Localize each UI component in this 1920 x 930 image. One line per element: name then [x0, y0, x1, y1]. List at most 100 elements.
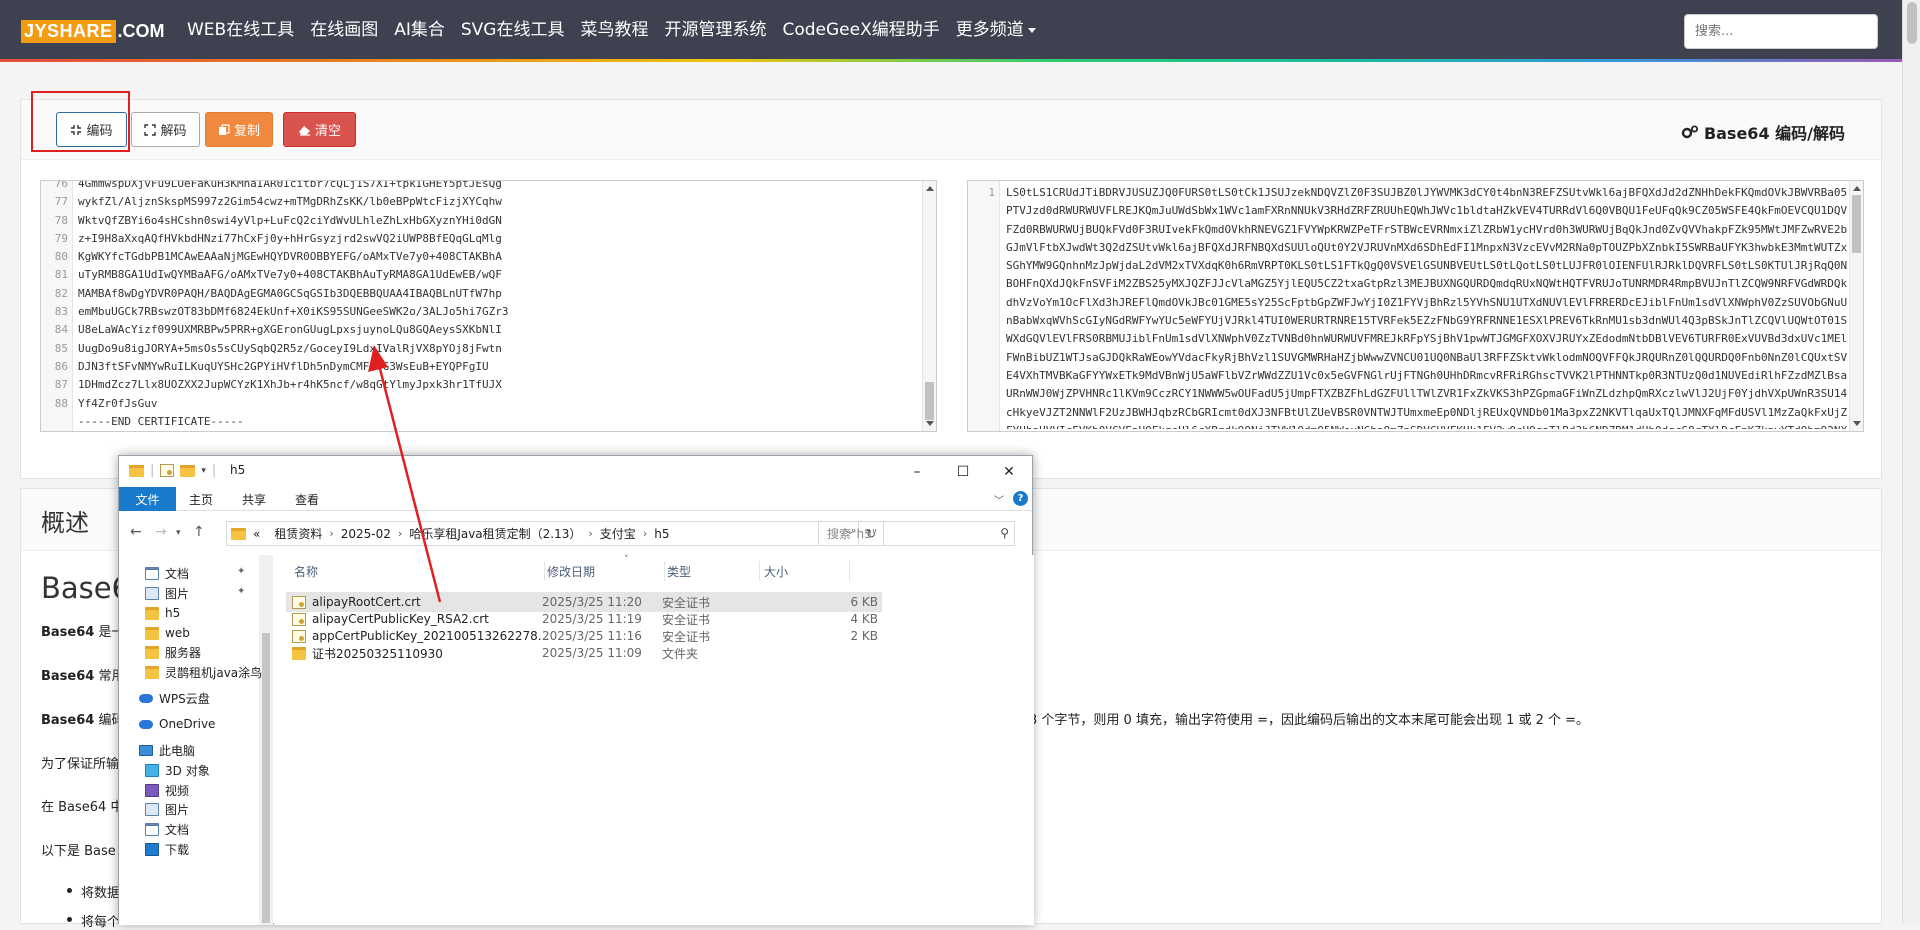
- nav-pane-item[interactable]: 灵鹊租机java涂鸟: [145, 662, 262, 682]
- nav-pane-item[interactable]: 此电脑: [139, 740, 195, 760]
- pc-icon: [139, 744, 153, 756]
- nav-pane-item[interactable]: WPS云盘: [139, 688, 210, 708]
- navigation-pane: 文档 ✦ 图片 ✦ h5 web 服务器 灵鹊租机java涂鸟 WPS云盘 OneDrive 此电脑…: [119, 555, 273, 925]
- breadcrumb-overflow[interactable]: «: [253, 527, 260, 541]
- copy-button[interactable]: 复制: [205, 112, 273, 147]
- nav-runoob[interactable]: 菜鸟教程: [580, 18, 648, 42]
- nav-pane-item[interactable]: 下载: [145, 839, 189, 859]
- output-scroll-thumb[interactable]: [1852, 195, 1861, 253]
- breadcrumb-item[interactable]: 支付宝: [600, 525, 636, 542]
- file-name: appCertPublicKey_202100513262278...: [312, 629, 550, 643]
- line-text: z+I9H8aXxqAQfHVkbdHNzi77hCxFj0y+hHrGsyzj…: [78, 231, 502, 245]
- scroll-down-icon[interactable]: [1853, 421, 1861, 426]
- highlight-box: [31, 91, 130, 152]
- chevron-right-icon[interactable]: ›: [398, 527, 402, 540]
- nav-pane-item[interactable]: 3D 对象: [145, 760, 210, 780]
- navigation-pane-scrollbar[interactable]: [259, 555, 273, 925]
- up-arrow-icon[interactable]: ↑: [193, 524, 205, 540]
- line-number: 83: [54, 305, 68, 319]
- address-bar[interactable]: « 租赁资料 › 2025-02 › 哈乐享租Java租赁定制（2.13） › 支付宝…: [226, 521, 884, 546]
- breadcrumb-item[interactable]: 2025-02: [341, 527, 391, 541]
- column-header-name[interactable]: 名称: [294, 563, 318, 580]
- properties-icon[interactable]: [160, 464, 175, 477]
- top-navbar: JYSHARE .COM WEB在线工具 在线画图 AI集合 SVG在线工具 菜…: [0, 0, 1902, 62]
- nav-open-source[interactable]: 开源管理系统: [664, 18, 766, 42]
- site-search-input[interactable]: [1684, 14, 1878, 49]
- navigation-pane-scroll-thumb[interactable]: [262, 633, 270, 923]
- tab-view[interactable]: 查看: [295, 491, 319, 508]
- help-icon[interactable]: ?: [1013, 491, 1028, 506]
- column-divider[interactable]: [544, 561, 545, 581]
- decode-button[interactable]: 解码: [131, 112, 200, 147]
- tab-file[interactable]: 文件: [119, 487, 176, 511]
- back-arrow-icon[interactable]: ←: [130, 524, 142, 540]
- scroll-up-icon[interactable]: [1853, 186, 1861, 191]
- chevron-right-icon[interactable]: ›: [588, 527, 592, 540]
- nav-pane-item[interactable]: h5: [145, 603, 180, 623]
- input-editor[interactable]: 76 4GmmwspDXjvFu9LUeFaKuH3KMhaIAR0Icitbr7…: [40, 180, 937, 432]
- nav-drawing[interactable]: 在线画图: [310, 18, 378, 42]
- page-scrollbar[interactable]: [1902, 0, 1920, 924]
- file-name-cell: alipayCertPublicKey_RSA2.crt: [292, 612, 489, 626]
- page-scrollbar-thumb[interactable]: [1907, 2, 1917, 44]
- column-header-type[interactable]: 类型: [667, 563, 691, 580]
- nav-pane-item[interactable]: web: [145, 623, 190, 643]
- dl-icon: [145, 842, 159, 856]
- minimize-button[interactable]: –: [894, 456, 940, 487]
- nav-pane-item[interactable]: 文档: [145, 819, 189, 839]
- eraser-icon: [298, 125, 310, 136]
- breadcrumb-item[interactable]: h5: [654, 527, 669, 541]
- explorer-search-input[interactable]: 搜索"h5" ⚲: [818, 521, 1015, 546]
- breadcrumb-item[interactable]: 租赁资料: [274, 525, 322, 542]
- output-editor[interactable]: 1 LS0tLS1CRUdJTiBDRVJUSUZJQ0FURS0tLS0tCk…: [967, 180, 1864, 432]
- forward-arrow-icon[interactable]: →: [155, 524, 167, 540]
- nav-pane-item-label: 灵鹊租机java涂鸟: [165, 665, 263, 680]
- nav-pane-item[interactable]: 文档: [145, 563, 189, 583]
- breadcrumb-item[interactable]: 哈乐享租Java租赁定制（2.13）: [409, 525, 581, 542]
- pic-icon: [145, 586, 159, 600]
- para-bold: Base64: [41, 669, 95, 684]
- nav-pane-item[interactable]: 服务器: [145, 642, 201, 662]
- nav-pane-item-label: WPS云盘: [159, 691, 210, 706]
- scroll-up-icon[interactable]: [926, 186, 934, 191]
- pin-icon: ✦: [237, 586, 246, 597]
- column-divider[interactable]: [664, 561, 665, 581]
- nav-more[interactable]: 更多频道: [956, 18, 1036, 42]
- folder-icon: [129, 464, 144, 477]
- nav-web-tools[interactable]: WEB在线工具: [187, 18, 294, 42]
- tab-home[interactable]: 主页: [189, 491, 213, 508]
- clear-button[interactable]: 清空: [283, 112, 356, 147]
- new-folder-icon[interactable]: [180, 464, 196, 477]
- recent-locations-icon[interactable]: ▾: [176, 528, 181, 538]
- nav-pane-item[interactable]: 图片: [145, 583, 189, 603]
- chevron-right-icon[interactable]: ›: [643, 527, 647, 540]
- cloud-icon: [139, 719, 153, 729]
- customize-qat-icon[interactable]: ▾: [201, 466, 206, 476]
- file-row[interactable]: 证书20250325110930 2025/3/25 11:09 文件夹: [286, 643, 882, 663]
- output-editor-scrollbar[interactable]: [1849, 181, 1863, 431]
- nav-pane-item[interactable]: OneDrive: [139, 714, 215, 734]
- nav-ai[interactable]: AI集合: [394, 18, 445, 42]
- column-header-size[interactable]: 大小: [764, 563, 788, 580]
- nav-codegeex[interactable]: CodeGeeX编程助手: [782, 18, 939, 42]
- expand-ribbon-icon[interactable]: ﹀: [994, 492, 1004, 507]
- input-editor-scrollbar[interactable]: [922, 181, 936, 431]
- nav-svg[interactable]: SVG在线工具: [461, 18, 565, 42]
- close-button[interactable]: ✕: [986, 456, 1032, 487]
- chevron-right-icon[interactable]: ›: [329, 527, 333, 540]
- maximize-button[interactable]: ☐: [940, 456, 986, 487]
- nav-pane-item[interactable]: 图片: [145, 799, 189, 819]
- column-header-date[interactable]: 修改日期: [547, 563, 595, 580]
- nav-pane-item[interactable]: 视频: [145, 780, 189, 800]
- column-divider[interactable]: [849, 561, 850, 581]
- site-logo[interactable]: JYSHARE .COM: [21, 18, 165, 44]
- line-text: Yf4Zr0fJsGuv: [78, 396, 158, 410]
- tab-share[interactable]: 共享: [242, 491, 266, 508]
- paragraph: Base64 是一: [41, 621, 124, 640]
- file-name: 证书20250325110930: [312, 646, 443, 661]
- input-scroll-thumb[interactable]: [925, 382, 934, 420]
- line-text: WktvQfZBYi6o4sHCshn0swi4yVlp+LuFcQ2ciYdW…: [78, 213, 502, 227]
- file-name: alipayRootCert.crt: [312, 595, 421, 609]
- scroll-down-icon[interactable]: [926, 421, 934, 426]
- column-divider[interactable]: [759, 561, 760, 581]
